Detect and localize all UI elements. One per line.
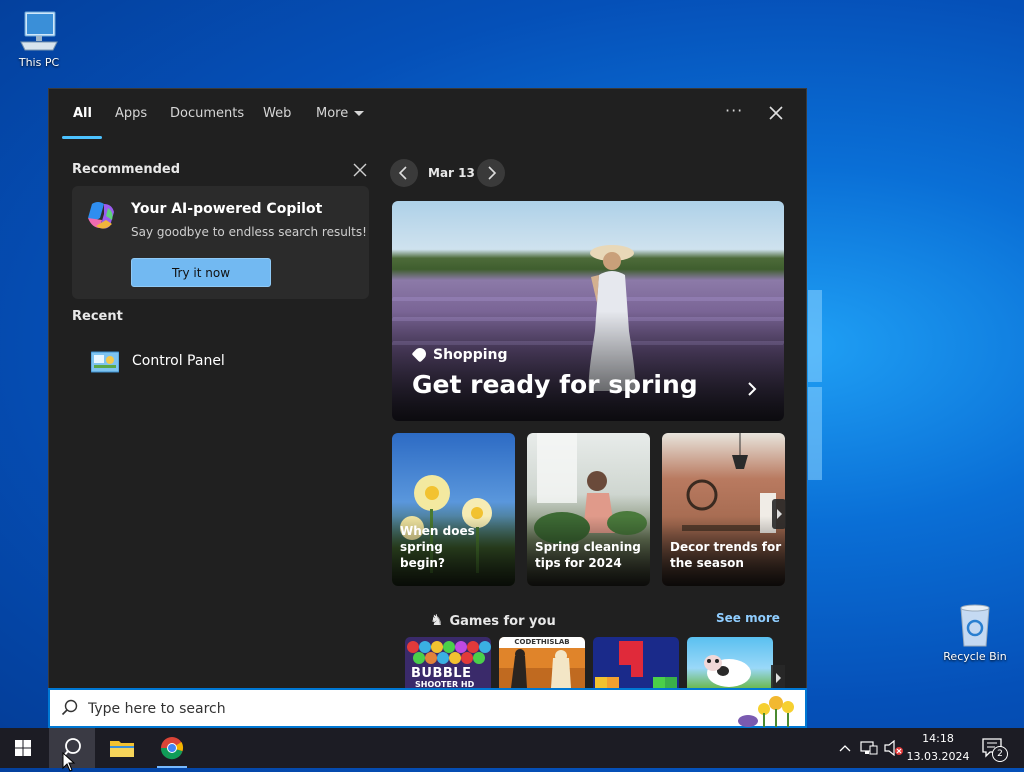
- spring-flowers-icon: [738, 696, 794, 727]
- chevron-right-icon: [777, 509, 782, 519]
- game-brand-label: CODETHISLAB: [499, 637, 585, 648]
- tag-icon: [411, 345, 429, 363]
- card-caption-line1: When does spring: [400, 524, 475, 554]
- tab-all[interactable]: All: [73, 106, 92, 121]
- card-caption: When does spring begin?: [400, 523, 512, 571]
- recent-title: Recent: [72, 309, 123, 324]
- start-button[interactable]: [0, 728, 46, 768]
- desktop-icon-this-pc[interactable]: This PC: [4, 10, 74, 69]
- tab-web[interactable]: Web: [263, 106, 291, 121]
- search-box[interactable]: [48, 688, 807, 728]
- game-tile-bubble-shooter[interactable]: BUBBLE SHOOTER HD: [405, 637, 491, 689]
- games-title-label: Games for you: [449, 614, 556, 629]
- more-options-icon[interactable]: ···: [725, 101, 743, 120]
- control-panel-icon: [91, 351, 119, 373]
- block-puzzle-image: [595, 641, 677, 689]
- wallpaper-logo: [808, 290, 822, 480]
- windows-logo-icon: [15, 740, 31, 756]
- chevron-right-icon[interactable]: [744, 381, 760, 397]
- prev-date-button[interactable]: [390, 159, 418, 187]
- hero-category: Shopping: [411, 345, 508, 363]
- tray-date[interactable]: 13.03.2024: [906, 750, 970, 763]
- feed-card-decor-trends[interactable]: Decor trends for the season: [662, 433, 785, 586]
- desktop-icon-label: Recycle Bin: [943, 650, 1007, 663]
- copilot-title: Your AI-powered Copilot: [131, 201, 323, 217]
- chess-knight-icon: ♞: [430, 611, 444, 629]
- feed-card-spring-begin[interactable]: When does spring begin?: [392, 433, 515, 586]
- taskbar-chrome[interactable]: [149, 728, 195, 768]
- chevron-down-icon: [354, 111, 365, 116]
- hero-title: Get ready for spring: [412, 370, 698, 399]
- search-panel: All Apps Documents Web More ··· Recommen…: [48, 88, 807, 728]
- taskbar: 14:18 13.03.2024 2: [0, 728, 1024, 768]
- game-tile-chess[interactable]: CODETHISLAB: [499, 637, 585, 689]
- hero-category-label: Shopping: [433, 347, 508, 363]
- search-input[interactable]: [86, 696, 690, 722]
- game-tile-farm[interactable]: [687, 637, 773, 689]
- active-tab-indicator: [62, 136, 102, 139]
- card-caption-line1: Decor trends for: [670, 540, 782, 554]
- desktop-icon-recycle-bin[interactable]: Recycle Bin: [940, 602, 1010, 663]
- card-caption-line1: Spring cleaning: [535, 540, 641, 554]
- close-icon[interactable]: [767, 104, 785, 122]
- notification-count-badge: 2: [992, 746, 1008, 762]
- try-it-now-button[interactable]: Try it now: [131, 258, 271, 287]
- recommended-title: Recommended: [72, 162, 181, 177]
- hero-shade: [392, 311, 784, 421]
- tab-more[interactable]: More: [316, 106, 365, 121]
- chevron-up-icon[interactable]: [838, 743, 852, 753]
- card-caption-line2: the season: [670, 556, 744, 570]
- hero-card-spring[interactable]: Shopping Get ready for spring: [392, 201, 784, 421]
- next-date-button[interactable]: [477, 159, 505, 187]
- computer-icon: [20, 11, 58, 51]
- recent-item-control-panel[interactable]: Control Panel: [89, 347, 349, 377]
- tab-documents[interactable]: Documents: [170, 106, 244, 121]
- taskbar-file-explorer[interactable]: [99, 728, 145, 768]
- card-caption-line2: tips for 2024: [535, 556, 622, 570]
- feed-date: Mar 13: [428, 166, 475, 180]
- recent-item-label: Control Panel: [132, 353, 225, 369]
- folder-icon: [110, 741, 134, 757]
- copilot-subtitle: Say goodbye to endless search results!: [131, 225, 367, 239]
- chevron-left-icon: [398, 166, 407, 180]
- chrome-icon: [160, 737, 184, 760]
- volume-muted-icon[interactable]: [884, 740, 904, 756]
- card-caption: Spring cleaning tips for 2024: [535, 539, 647, 571]
- game-title-bubble: BUBBLE: [411, 666, 472, 681]
- game-tile-blocks[interactable]: [593, 637, 679, 689]
- tab-apps[interactable]: Apps: [115, 106, 147, 121]
- copilot-card: Your AI-powered Copilot Say goodbye to e…: [72, 186, 369, 299]
- mouse-cursor-icon: [62, 752, 76, 772]
- notification-button[interactable]: 2: [980, 738, 1010, 762]
- tab-more-label: More: [316, 106, 349, 121]
- chevron-right-icon: [488, 166, 497, 180]
- desktop-icon-label: This PC: [18, 56, 60, 69]
- tray-time[interactable]: 14:18: [910, 732, 966, 745]
- search-icon: [61, 699, 78, 716]
- search-tabs-bar: All Apps Documents Web More ···: [49, 89, 806, 139]
- card-caption: Decor trends for the season: [670, 539, 782, 571]
- chess-pieces-image: [499, 649, 585, 689]
- cards-scroll-right-button[interactable]: [772, 499, 786, 529]
- cow-image: [704, 655, 751, 687]
- copilot-icon: [88, 202, 114, 229]
- card-caption-line2: begin?: [400, 556, 445, 570]
- close-icon[interactable]: [353, 163, 367, 177]
- network-icon[interactable]: [860, 740, 878, 756]
- see-more-link[interactable]: See more: [716, 611, 780, 625]
- recycle-bin-icon: [960, 604, 990, 647]
- feed-card-spring-cleaning[interactable]: Spring cleaning tips for 2024: [527, 433, 650, 586]
- games-section-title: ♞ Games for you: [430, 611, 556, 629]
